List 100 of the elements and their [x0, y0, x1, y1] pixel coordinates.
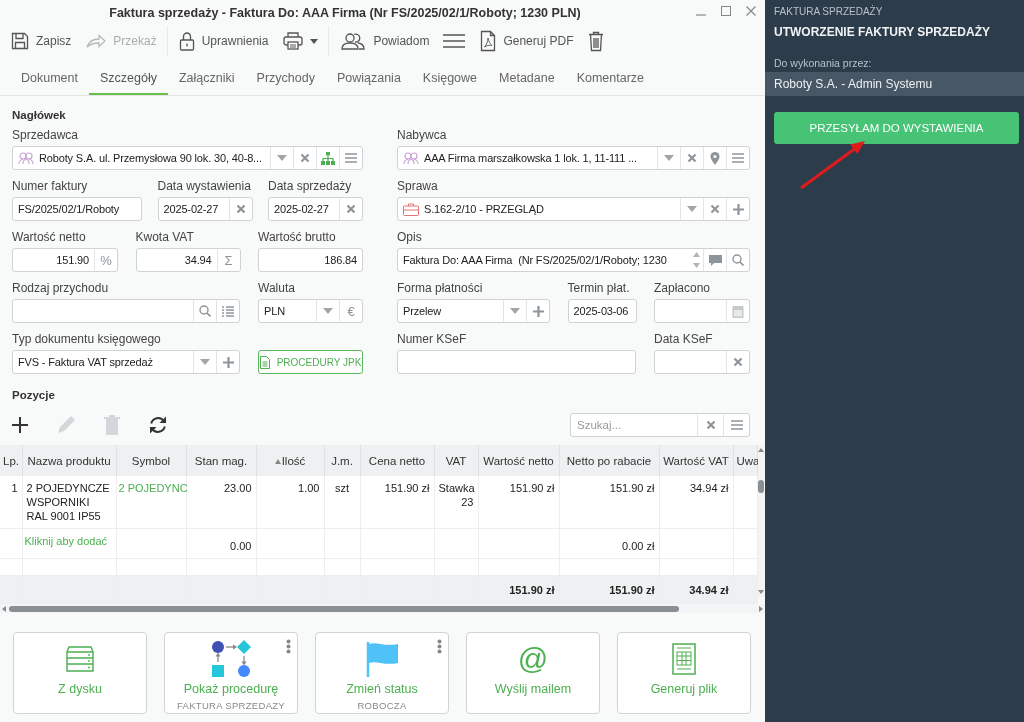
pencil-icon — [55, 414, 77, 436]
briefcase-icon — [403, 202, 419, 216]
field-label: Sprawa — [397, 178, 439, 194]
column-header[interactable]: Uwa — [733, 445, 757, 476]
scroll-right-icon — [759, 605, 763, 612]
people-icon — [339, 31, 368, 51]
text-area[interactable]: Faktura Do: AAA Firma (Nr FS/2025/02/1/Roboty; 1230 — [397, 248, 750, 272]
calendar-icon — [732, 304, 744, 318]
tab[interactable]: Metadane — [488, 62, 566, 95]
column-header[interactable]: Ilość — [256, 445, 324, 476]
tab[interactable]: Księgowe — [411, 62, 489, 95]
tab[interactable]: Przychody — [245, 62, 326, 95]
dropdown-field[interactable]: Roboty S.A. ul. Przemysłowa 90 lok. 30, 40-8... — [12, 146, 363, 170]
field-value: Przelew — [402, 305, 443, 317]
tab[interactable]: Powiązania — [325, 62, 412, 95]
printer-icon — [282, 31, 305, 51]
search-box[interactable]: Szukaj... — [570, 413, 750, 437]
vertical-scrollbar[interactable] — [757, 445, 765, 597]
field-label: Rodzaj przychodu — [12, 280, 110, 296]
maximize-button[interactable] — [721, 6, 731, 16]
column-header[interactable]: Cena netto — [360, 445, 434, 476]
field-value: PLN — [263, 305, 286, 317]
input-field[interactable] — [397, 350, 636, 374]
column-header[interactable]: Netto po rabacie — [559, 445, 659, 476]
tile-label: Generuj plik — [650, 682, 718, 697]
notify-button[interactable]: Powiadom — [332, 26, 437, 56]
column-header[interactable]: Stan mag. — [186, 445, 256, 476]
date-field[interactable]: 2025-02-27 — [268, 197, 363, 221]
action-tile[interactable]: Zmień status ROBOCZA — [315, 632, 449, 714]
total-cell: 151.90 zł — [559, 575, 659, 604]
document-icon — [259, 355, 270, 369]
step-title: UTWORZENIE FAKTURY SPRZEDAŻY — [773, 24, 991, 41]
input-field[interactable] — [12, 299, 240, 323]
section-title: Nagłówek — [12, 108, 67, 123]
date-field[interactable]: 2025-03-06 — [567, 299, 637, 323]
column-header[interactable]: Symbol — [116, 445, 186, 476]
column-header[interactable]: Wartość netto — [478, 445, 559, 476]
process-diagram-icon — [211, 640, 251, 678]
input-field[interactable]: 34.94 Σ — [135, 248, 241, 272]
dropdown-field[interactable]: S.162-2/10 - PRZEGLĄD — [397, 197, 750, 221]
window-title: Faktura sprzedaży - Faktura Do: AAA Firma (Nr FS/2025/02/1/Roboty; 1230 PLN) — [108, 4, 582, 20]
field-label: Termin płat. — [567, 280, 631, 296]
people-icon — [403, 151, 419, 165]
column-header[interactable]: Nazwa produktu — [22, 445, 116, 476]
tab[interactable]: Szczegóły — [89, 62, 168, 95]
field-label: Waluta — [258, 280, 296, 296]
field-value: Roboty S.A. ul. Przemysłowa 90 lok. 30, 40-8... — [38, 152, 263, 164]
field-label: Typ dokumentu księgowego — [12, 331, 162, 347]
field-value: 34.94 — [183, 254, 213, 266]
menu-icon — [443, 33, 466, 49]
column-header[interactable]: J.m. — [324, 445, 360, 476]
hierarchy-icon — [321, 151, 335, 165]
permissions-button[interactable]: Uprawnienia — [170, 26, 276, 56]
field-value: FVS - Faktura VAT sprzedaż — [17, 356, 154, 368]
more-button[interactable] — [437, 639, 442, 654]
tab[interactable]: Załączniki — [167, 62, 246, 95]
dropdown-field[interactable]: FVS - Faktura VAT sprzedaż — [12, 350, 240, 374]
horizontal-scrollbar[interactable] — [0, 604, 765, 613]
date-field[interactable] — [654, 350, 750, 374]
refresh-icon — [148, 415, 168, 435]
table-cell: 1 — [0, 476, 22, 529]
column-header[interactable]: VAT — [434, 445, 478, 476]
tab[interactable]: Dokument — [10, 62, 89, 95]
date-field[interactable]: 2025-02-27 — [157, 197, 253, 221]
search-field[interactable]: Szukaj... — [571, 414, 697, 436]
at-sign-icon: @ — [517, 642, 549, 676]
total-cell: 151.90 zł — [478, 575, 559, 604]
pdf-button[interactable]: Generuj PDF — [472, 26, 581, 56]
field-label: Wartość brutto — [258, 229, 337, 245]
tile-label: Pokaż procedurę — [183, 682, 279, 697]
field-value: 2025-02-27 — [273, 203, 330, 215]
date-field[interactable] — [654, 299, 750, 323]
input-field[interactable]: 186.84 — [258, 248, 363, 272]
close-button[interactable] — [746, 6, 756, 16]
table-cell: 151.90 zł — [360, 476, 434, 529]
field-label: Numer faktury — [12, 178, 89, 194]
column-header[interactable]: Wartość VAT — [659, 445, 733, 476]
dropdown-field[interactable]: PLN € — [258, 299, 363, 323]
save-icon — [10, 31, 30, 51]
dropdown-field[interactable]: AAA Firma marszałkowska 1 lok. 1, 11-111 ... — [397, 146, 750, 170]
scrollbar-thumb[interactable] — [9, 605, 679, 612]
scrollbar-thumb[interactable] — [758, 479, 765, 493]
tile-caption: FAKTURA SPRZEDAZY — [176, 700, 285, 711]
save-button[interactable]: Zapisz — [3, 26, 79, 56]
dropdown-field[interactable]: Przelew — [397, 299, 550, 323]
more-button[interactable] — [286, 639, 291, 654]
tab[interactable]: Komentarze — [565, 62, 656, 95]
field-label: Opis — [397, 229, 423, 245]
table-cell: 1.00 — [256, 476, 324, 529]
action-tile[interactable]: Pokaż procedurę FAKTURA SPRZEDAZY — [164, 632, 298, 714]
table-cell: 2 POJEDYNCZE WSPORNIKI RAL 9001 IP55 — [22, 476, 116, 529]
clear-icon — [733, 357, 743, 367]
close-icon — [746, 6, 756, 16]
input-field[interactable]: FS/2025/02/1/Roboty — [12, 197, 142, 221]
location-pin-icon — [710, 151, 720, 165]
forward-arrow-icon — [85, 31, 108, 51]
caret-icon — [310, 38, 319, 44]
column-header[interactable]: Lp. — [0, 445, 22, 476]
plus-icon — [732, 203, 744, 215]
input-field[interactable]: 151.90 % — [12, 248, 118, 272]
